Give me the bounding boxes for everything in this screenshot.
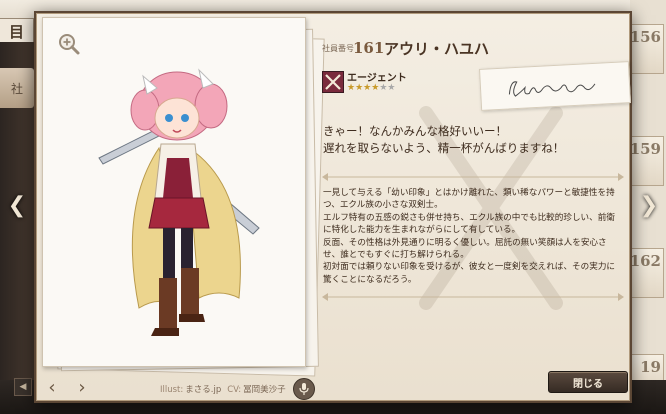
chevron-left-icon[interactable]: ‹ bbox=[42, 377, 62, 399]
character-profile-text: 一見して与える「幼い印象」とはかけ離れた、類い稀なパワーと敏捷性を持つ、エクル族… bbox=[323, 187, 623, 286]
character-name: アウリ・ハユハ bbox=[384, 40, 490, 58]
chevron-right-icon[interactable]: › bbox=[72, 377, 92, 399]
voice-actor-name: 冨岡美沙子 bbox=[243, 385, 286, 395]
prev-character-arrow-icon[interactable]: ❮ bbox=[6, 190, 28, 222]
quote-line: 遅れを取らないよう、精一杯がんばりますね！ bbox=[323, 141, 565, 155]
microphone-icon bbox=[299, 383, 309, 395]
staff-number: 161 bbox=[353, 39, 385, 57]
background-employee-card[interactable]: 156 bbox=[630, 24, 664, 74]
staff-number-label: 社員番号 bbox=[322, 44, 354, 53]
illustrator-name: まさる.jp bbox=[185, 385, 222, 395]
background-side-tab[interactable]: 社 bbox=[0, 68, 34, 108]
star-filled-icon: ★ bbox=[347, 83, 356, 93]
background-tab[interactable]: 目 bbox=[0, 18, 34, 44]
background-card-number: 162 bbox=[629, 252, 661, 270]
character-profile-dialog: ‹ › Illust: まさる.jp CV: 冨岡美沙子 社員番号 161 アウリ・ハ… bbox=[34, 11, 632, 403]
background-employee-card[interactable]: 159 bbox=[630, 136, 664, 186]
profile-paragraph: エルフ特有の五感の鋭さも併せ持ち、エクル族の中でも比較的珍しい、前衛に特化した能… bbox=[323, 212, 615, 236]
profile-paragraph: 一見して与える「幼い印象」とはかけ離れた、類い稀なパワーと敏捷性を持つ、エクル族… bbox=[323, 188, 615, 211]
character-quote: きゃー！なんかみんな格好いいー！ 遅れを取らないよう、精一杯がんばりますね！ bbox=[323, 123, 623, 157]
background-card-number: 156 bbox=[629, 28, 661, 46]
background-card-number: 19 bbox=[640, 358, 661, 376]
rarity-stars: ★★★★★★ bbox=[347, 83, 395, 93]
handwritten-signature bbox=[508, 81, 596, 97]
class-name: エージェント bbox=[347, 73, 407, 84]
credits: Illust: まさる.jp CV: 冨岡美沙子 bbox=[160, 383, 286, 395]
star-filled-icon: ★ bbox=[355, 83, 364, 93]
quote-line: きゃー！なんかみんな格好いいー！ bbox=[323, 124, 507, 138]
star-empty-icon: ★ bbox=[387, 83, 396, 93]
crossed-swords-icon bbox=[322, 71, 344, 93]
background-employee-card[interactable]: 162 bbox=[630, 248, 664, 298]
next-character-arrow-icon[interactable]: ❯ bbox=[638, 190, 660, 222]
ornament-divider bbox=[322, 173, 624, 181]
background-back-button[interactable]: ◀ bbox=[14, 378, 32, 396]
autograph-card bbox=[479, 61, 631, 111]
close-button[interactable]: 閉じる bbox=[548, 371, 628, 393]
voice-play-button[interactable] bbox=[293, 378, 315, 400]
magnifier-plus-icon[interactable] bbox=[57, 32, 81, 56]
cv-label: CV: bbox=[227, 385, 242, 395]
character-illustration bbox=[98, 68, 260, 336]
profile-paragraph: 反面、その性格は外見通りに明るく優しい。屈託の無い笑顔は人を安心させ、誰とでもす… bbox=[323, 237, 607, 261]
ornament-divider bbox=[322, 293, 624, 301]
profile-paragraph: 初対面では頼りない印象を受けるが、彼女と一度剣を交えれば、その実力に驚くことにな… bbox=[323, 262, 616, 285]
character-portrait-card bbox=[42, 17, 306, 367]
background-card-number: 159 bbox=[629, 140, 661, 158]
illust-label: Illust: bbox=[160, 385, 184, 395]
